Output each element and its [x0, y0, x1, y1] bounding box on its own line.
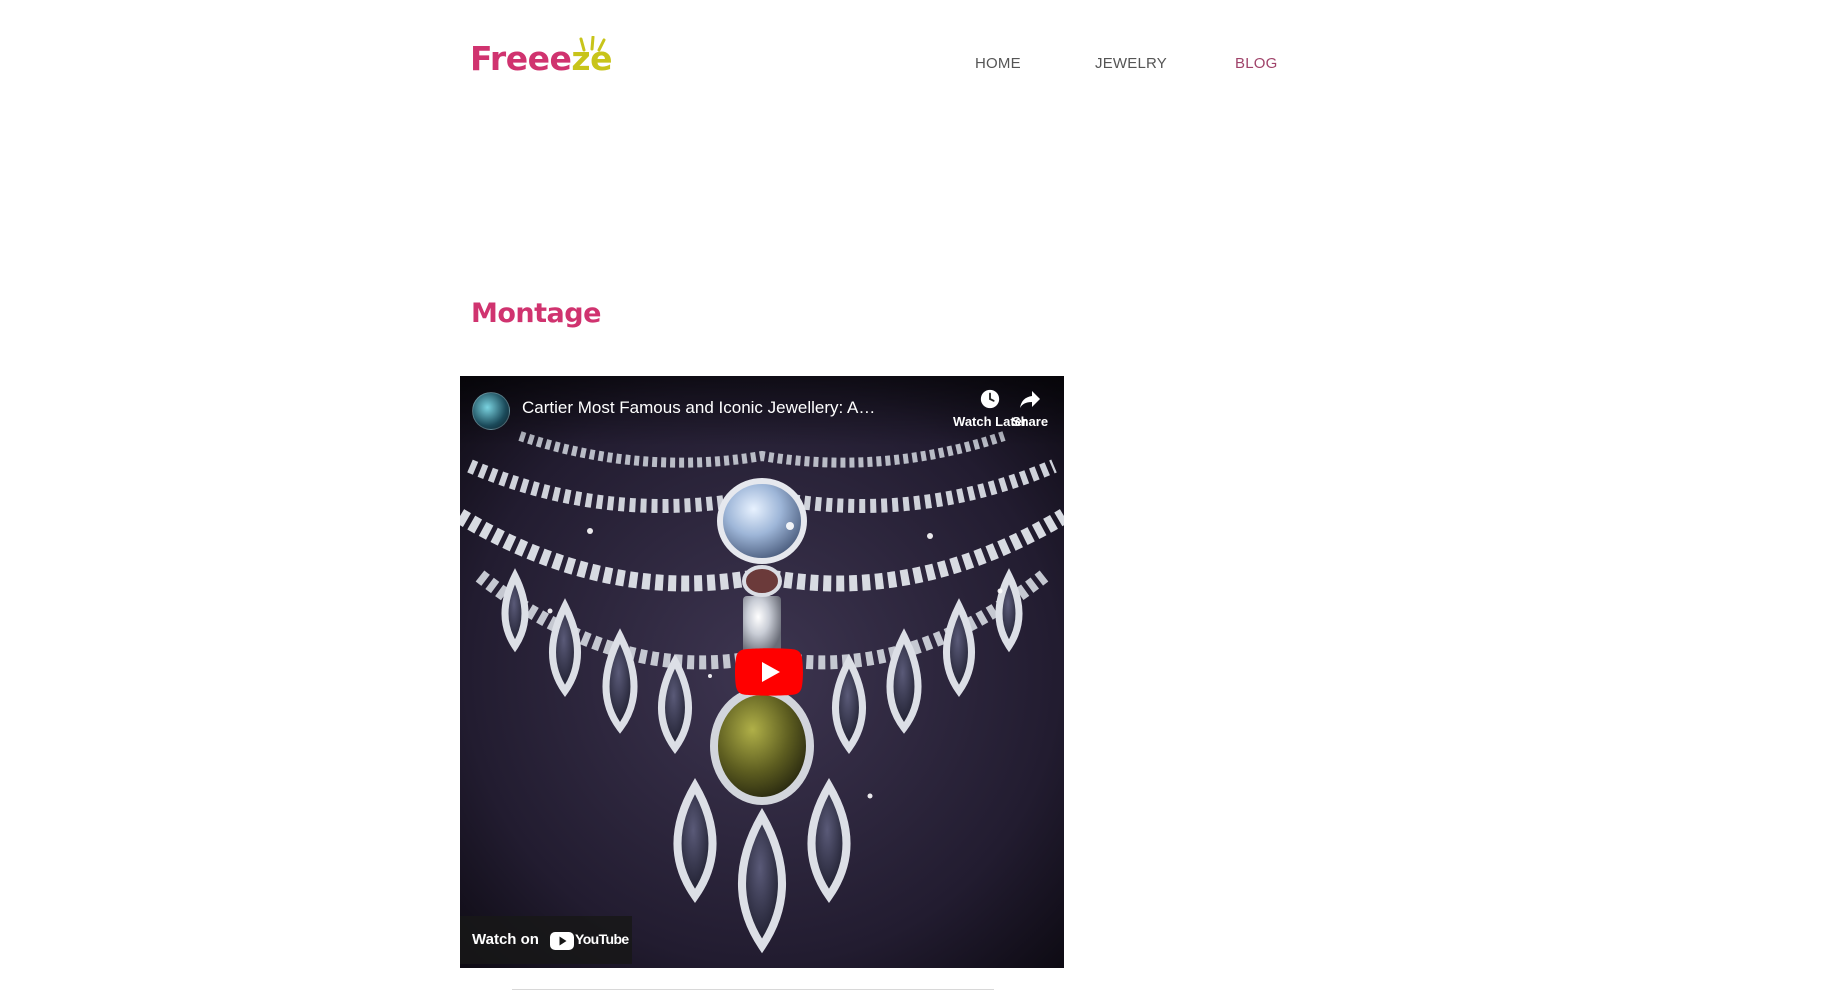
nav-item-jewelry[interactable]: JEWELRY	[1095, 55, 1167, 72]
nav-item-home[interactable]: HOME	[975, 55, 1021, 72]
youtube-logo-icon	[550, 932, 574, 950]
youtube-wordmark: YouTube	[575, 931, 629, 947]
video-title[interactable]: Cartier Most Famous and Iconic Jewellery…	[522, 398, 912, 418]
play-button[interactable]	[735, 648, 803, 696]
share-arrow-icon	[1020, 391, 1040, 408]
page: Freeeze HOME JEWELRY BLOG Montage Cartie…	[0, 0, 1823, 990]
logo-sparks-icon	[579, 36, 606, 52]
watch-on-youtube-button[interactable]: Watch on YouTube	[460, 916, 632, 964]
main-nav: HOME JEWELRY BLOG	[0, 55, 1823, 75]
channel-avatar[interactable]	[472, 392, 510, 430]
nav-item-blog[interactable]: BLOG	[1235, 55, 1277, 72]
share-label: Share	[1011, 414, 1049, 429]
page-title: Montage	[471, 298, 601, 329]
youtube-embed[interactable]: Cartier Most Famous and Iconic Jewellery…	[460, 376, 1064, 968]
share-button[interactable]: Share	[995, 388, 1064, 429]
watch-on-label: Watch on	[472, 931, 539, 948]
